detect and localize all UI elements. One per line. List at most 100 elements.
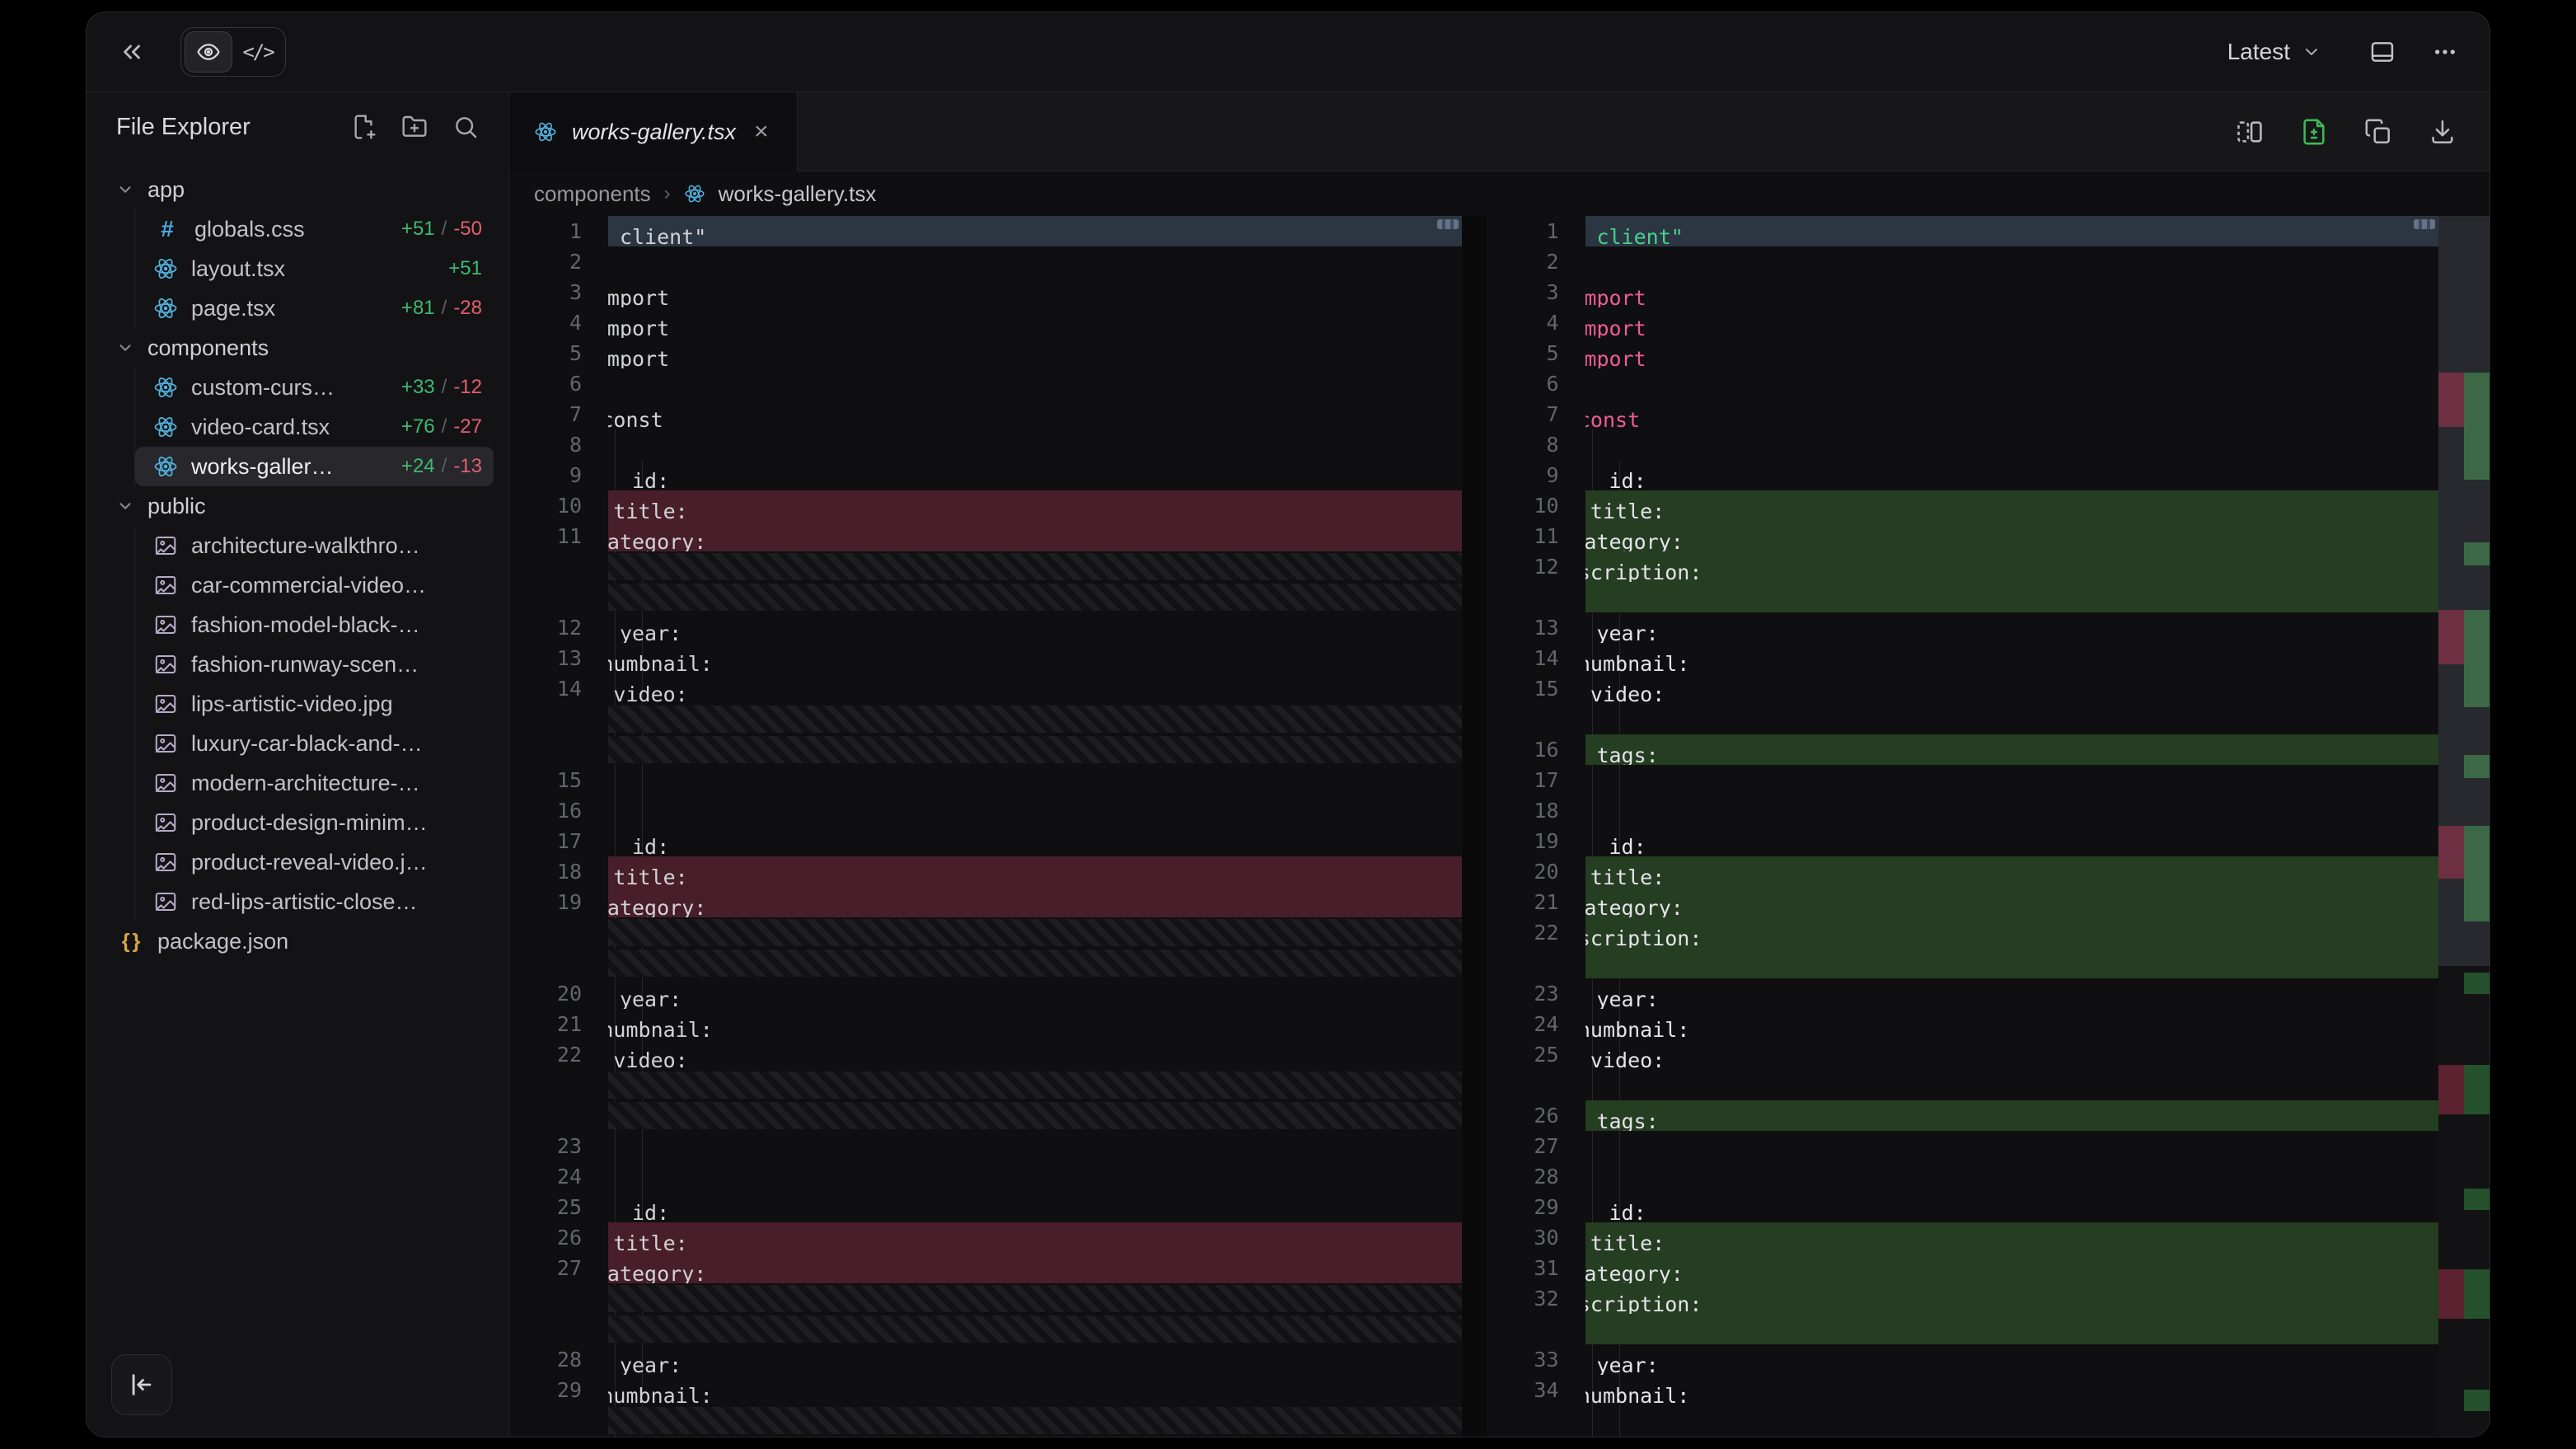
code-line[interactable]: 22 video: "https://commondatastorage.goo… xyxy=(509,1039,1462,1070)
preview-toggle-button[interactable] xyxy=(185,31,232,73)
code-line[interactable]: 8 { xyxy=(1487,429,2439,460)
code-line[interactable]: 15 video: "https://commondatastorage.goo… xyxy=(1487,673,2439,704)
diff-overview-ruler[interactable] xyxy=(2438,216,2489,1437)
more-options-button[interactable] xyxy=(2432,39,2458,65)
code-line[interactable]: 19 id: 2, xyxy=(1487,826,2439,856)
tree-item-luxury-car-black-and-[interactable]: luxury-car-black-and-… xyxy=(135,724,494,763)
code-line[interactable]: 16 { xyxy=(509,795,1462,826)
tree-folder-public[interactable]: public xyxy=(105,486,494,526)
tree-folder-app[interactable]: app xyxy=(105,170,494,209)
code-line[interactable]: 20 year: "2024", xyxy=(509,978,1462,1009)
code-line[interactable]: 33 year: "2024", xyxy=(1487,1344,2439,1375)
code-line[interactable]: 17 id: 2, xyxy=(509,826,1462,856)
code-line[interactable]: 2 xyxy=(509,246,1462,277)
code-line[interactable]: gtv-videos-bucket/sample/ForBiggerBlazes… xyxy=(1487,704,2439,734)
code-line[interactable]: 20 title: "Architecture Firm", xyxy=(1487,856,2439,887)
code-line[interactable]: 1"use client" xyxy=(1487,216,2439,246)
new-folder-button[interactable] xyxy=(401,114,428,140)
tree-item-globals.css[interactable]: #globals.css+51/-50 xyxy=(135,209,494,249)
code-line[interactable]: 14 video: "https://commondatastorage.goo… xyxy=(509,673,1462,704)
tree-item-red-lips-artistic-close-[interactable]: red-lips-artistic-close… xyxy=(135,882,494,921)
code-line[interactable]: 6 xyxy=(509,368,1462,399)
code-line[interactable]: 27 }, xyxy=(1487,1131,2439,1161)
code-line[interactable]: 3import { useState } from "react" xyxy=(1487,277,2439,307)
code-line[interactable]: 14 thumbnail: "/fashion-model-black-and-… xyxy=(1487,643,2439,673)
tree-item-works-galler-[interactable]: works-galler…+24/-13 xyxy=(135,447,494,486)
tree-item-product-reveal-video.j-[interactable]: product-reveal-video.j… xyxy=(135,842,494,882)
code-line[interactable]: 16 tags: ["Design", "Branding", "Art Dir… xyxy=(1487,734,2439,765)
code-line[interactable]: 22 description: "Digital presence for a … xyxy=(1487,917,2439,948)
code-line[interactable]: 5import { CustomCursor } from "./custom-… xyxy=(509,338,1462,368)
code-line[interactable]: 21 category: "Web Design", xyxy=(1487,887,2439,917)
tree-item-modern-architecture-[interactable]: modern-architecture-… xyxy=(135,763,494,803)
code-line[interactable]: 25 id: 3, xyxy=(509,1192,1462,1222)
code-line[interactable]: 4import { VideoCard } from "./video-card… xyxy=(1487,307,2439,338)
code-line[interactable]: jpg", xyxy=(1487,1405,2439,1436)
code-line[interactable]: 10 title: "FASHION STUDIO", xyxy=(509,490,1462,521)
code-line[interactable]: 34 thumbnail: "/product-design-minimalis… xyxy=(1487,1375,2439,1405)
code-line[interactable]: 32 description: "Launch campaign for a m… xyxy=(1487,1283,2439,1314)
code-line[interactable]: 21 thumbnail: "/modern-architecture-blac… xyxy=(509,1009,1462,1039)
code-line[interactable]: 12 description: "Visual identity for a c… xyxy=(1487,551,2439,582)
code-line[interactable]: 18 title: "ARCHITECTURE FIRM", xyxy=(509,856,1462,887)
tree-item-car-commercial-video-[interactable]: car-commercial-video… xyxy=(135,565,494,605)
code-line[interactable]: 24 thumbnail: "/modern-architecture-blac… xyxy=(1487,1009,2439,1039)
code-line[interactable]: brand", xyxy=(1487,582,2439,612)
code-line[interactable]: 17 }, xyxy=(1487,765,2439,795)
tree-item-layout.tsx[interactable]: layout.tsx+51 xyxy=(135,249,494,288)
search-files-button[interactable] xyxy=(452,114,479,140)
tree-item-video-card.tsx[interactable]: video-card.tsx+76/-27 xyxy=(135,407,494,447)
code-line[interactable]: 13 thumbnail: "/fashion-model-black-and-… xyxy=(509,643,1462,673)
code-line[interactable]: 23 }, xyxy=(509,1131,1462,1161)
code-line[interactable]: line", xyxy=(1487,1314,2439,1344)
code-line[interactable]: 6 xyxy=(1487,368,2439,399)
code-line[interactable]: 2 xyxy=(1487,246,2439,277)
tree-item-fashion-runway-scen-[interactable]: fashion-runway-scen… xyxy=(135,645,494,684)
version-dropdown[interactable]: Latest xyxy=(2216,30,2333,73)
tab-close-icon[interactable]: × xyxy=(751,118,772,146)
tab-works-gallery[interactable]: works-gallery.tsx × xyxy=(509,92,798,171)
code-line[interactable]: gtv-videos-bucket/sample/ForBiggerEscape… xyxy=(1487,1070,2439,1100)
code-line[interactable]: 25 video: "https://commondatastorage.goo… xyxy=(1487,1039,2439,1070)
scrollbar-thumb[interactable] xyxy=(2414,219,2435,229)
code-line[interactable]: 26 title: "PRODUCT LAUNCH", xyxy=(509,1222,1462,1253)
code-line[interactable]: 19 category: "DESIGN", xyxy=(509,887,1462,917)
copy-button[interactable] xyxy=(2364,118,2392,146)
code-line[interactable]: 5import { CustomCursor } from "./custom-… xyxy=(1487,338,2439,368)
code-line[interactable]: 18 { xyxy=(1487,795,2439,826)
code-line[interactable]: 31 category: "Creative", xyxy=(1487,1253,2439,1283)
code-line[interactable]: 28 { xyxy=(1487,1161,2439,1192)
diff-view-button[interactable] xyxy=(2300,118,2328,146)
code-line[interactable]: 9 id: 1, xyxy=(509,460,1462,490)
new-file-button[interactable] xyxy=(350,114,377,140)
tree-item-custom-curs-[interactable]: custom-curs…+33/-12 xyxy=(135,368,494,407)
code-line[interactable]: 7const projects = [ xyxy=(509,399,1462,429)
tree-item-package.json[interactable]: { }package.json xyxy=(105,921,494,961)
code-line[interactable]: 4import { VideoCard } from "./video-card… xyxy=(509,307,1462,338)
tree-item-product-design-minim-[interactable]: product-design-minim… xyxy=(135,803,494,842)
download-button[interactable] xyxy=(2428,118,2457,146)
code-line[interactable]: 24 { xyxy=(509,1161,1462,1192)
code-line[interactable]: 1"use client" xyxy=(509,216,1462,246)
breadcrumb-folder[interactable]: components xyxy=(534,181,651,207)
tree-item-page.tsx[interactable]: page.tsx+81/-28 xyxy=(135,288,494,328)
tree-item-architecture-walkthro-[interactable]: architecture-walkthro… xyxy=(135,526,494,565)
code-line[interactable]: 8 { xyxy=(509,429,1462,460)
tree-item-lips-artistic-video.jpg[interactable]: lips-artistic-video.jpg xyxy=(135,684,494,724)
code-line[interactable]: 27 category: "CREATIVE", xyxy=(509,1253,1462,1283)
code-line[interactable]: 26 tags: ["Development", "Next.js", "Rea… xyxy=(1487,1100,2439,1131)
collapse-panel-icon[interactable] xyxy=(118,38,146,66)
code-line[interactable]: 11 category: "BRANDING", xyxy=(509,521,1462,551)
code-line[interactable]: 30 title: "Product Launch", xyxy=(1487,1222,2439,1253)
tree-folder-components[interactable]: components xyxy=(105,328,494,368)
code-line[interactable]: 11 category: "Branding", xyxy=(1487,521,2439,551)
code-line[interactable]: studio", xyxy=(1487,948,2439,978)
code-line[interactable]: 10 title: "Fashion Studio", xyxy=(1487,490,2439,521)
split-view-button[interactable] xyxy=(2236,118,2264,146)
collapse-sidebar-button[interactable] xyxy=(111,1354,172,1415)
code-line[interactable]: 7const projects = [ xyxy=(1487,399,2439,429)
code-line[interactable]: 12 year: "2024", xyxy=(509,612,1462,643)
code-line[interactable]: 29 id: 3, xyxy=(1487,1192,2439,1222)
code-line[interactable]: 23 year: "2024", xyxy=(1487,978,2439,1009)
code-line[interactable]: 3import { useState } from "react" xyxy=(509,277,1462,307)
